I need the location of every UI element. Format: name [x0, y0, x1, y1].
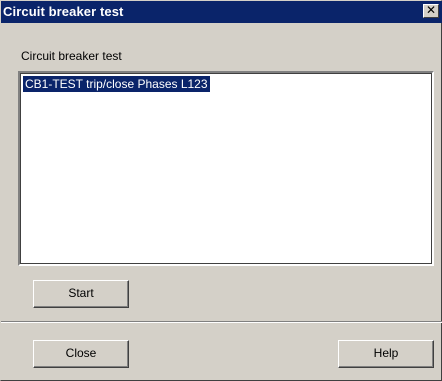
separator	[1, 321, 442, 323]
help-button[interactable]: Help	[338, 340, 434, 368]
test-list-label: Circuit breaker test	[21, 49, 122, 63]
start-button[interactable]: Start	[33, 280, 129, 308]
close-window-icon[interactable]: ✕	[423, 4, 439, 18]
list-item[interactable]: CB1-TEST trip/close Phases L123	[23, 76, 210, 92]
close-button[interactable]: Close	[33, 340, 129, 368]
test-listbox[interactable]: CB1-TEST trip/close Phases L123	[18, 71, 434, 266]
title-bar[interactable]: Circuit breaker test ✕	[1, 1, 442, 23]
circuit-breaker-test-dialog: Circuit breaker test ✕ Circuit breaker t…	[0, 0, 442, 381]
window-title: Circuit breaker test	[3, 4, 124, 19]
